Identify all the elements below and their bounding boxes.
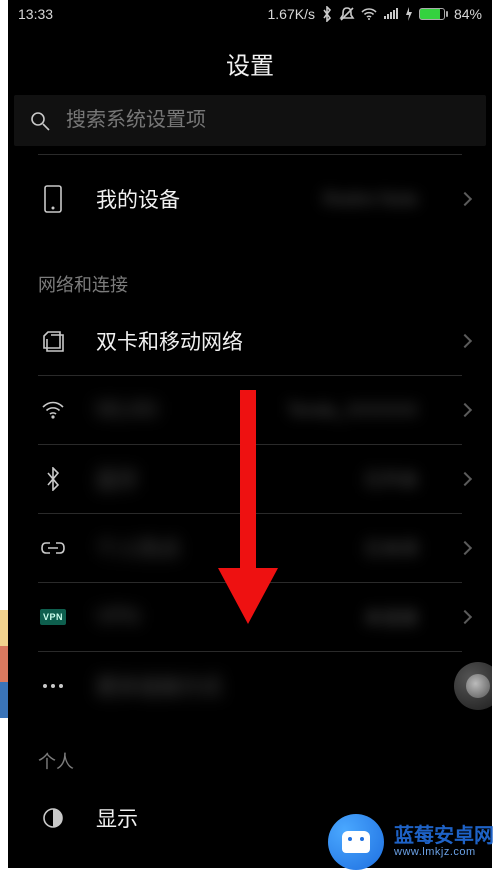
row-label: 双卡和移动网络 [96,326,243,356]
sim-icon [38,330,68,352]
search-input[interactable] [66,109,470,132]
wifi-icon [38,401,68,419]
row-value: Redmi Note [323,189,418,210]
link-icon [38,541,68,555]
section-network: 网络和连接 [8,243,492,307]
row-value: 未连接 [364,604,418,630]
watermark-text-cn: 蓝莓安卓网 [394,826,494,847]
battery-icon [419,8,448,20]
chevron-right-icon [458,334,472,348]
row-value: 已开启 [364,466,418,492]
bluetooth-icon [321,6,333,22]
contrast-icon [38,807,68,829]
search-icon [30,111,50,131]
row-label: 我的设备 [96,184,180,214]
row-wlan[interactable]: WLAN Tenda_XXXXXX [8,376,492,444]
row-value: Tenda_XXXXXX [287,400,418,421]
edge-color-sliver [0,610,8,718]
chevron-right-icon [458,610,472,624]
row-my-device[interactable]: 我的设备 Redmi Note [8,155,492,243]
section-personal: 个人 [8,720,492,784]
watermark-text-en: www.lmkjz.com [394,847,494,859]
chevron-right-icon [458,472,472,486]
row-label: WLAN [96,398,157,422]
signal-icon [383,8,399,20]
dnd-icon [339,6,355,22]
more-icon [38,682,68,690]
row-label: 个人热点 [96,533,180,563]
row-label: 更多连接方式 [96,671,222,701]
row-label: 蓝牙 [96,464,138,494]
settings-list: 我的设备 Redmi Note 网络和连接 双卡和移动网络 [8,146,492,852]
bluetooth-icon [38,467,68,491]
row-label: 显示 [96,803,138,833]
row-value: 已关闭 [364,535,418,561]
vpn-icon: VPN [38,609,68,625]
row-hotspot[interactable]: 个人热点 已关闭 [8,514,492,582]
row-label: VPN [96,605,139,629]
status-net-speed: 1.67K/s [267,6,314,22]
chevron-right-icon [458,192,472,206]
search-bar[interactable] [14,95,486,146]
status-battery-pct: 84% [454,6,482,22]
chevron-right-icon [458,403,472,417]
watermark-logo: 蓝莓安卓网 www.lmkjz.com [328,814,494,870]
row-sim[interactable]: 双卡和移动网络 [8,307,492,375]
status-time: 13:33 [18,6,53,22]
phone-screen: 13:33 1.67K/s [8,0,492,868]
page-title: 设置 [8,28,492,95]
phone-icon [38,185,68,213]
row-vpn[interactable]: VPN VPN 未连接 [8,583,492,651]
wifi-icon [361,8,377,20]
row-bluetooth[interactable]: 蓝牙 已开启 [8,445,492,513]
charging-icon [405,7,413,21]
row-more-connections[interactable]: 更多连接方式 [8,652,492,720]
status-bar: 13:33 1.67K/s [8,0,492,28]
chevron-right-icon [458,541,472,555]
